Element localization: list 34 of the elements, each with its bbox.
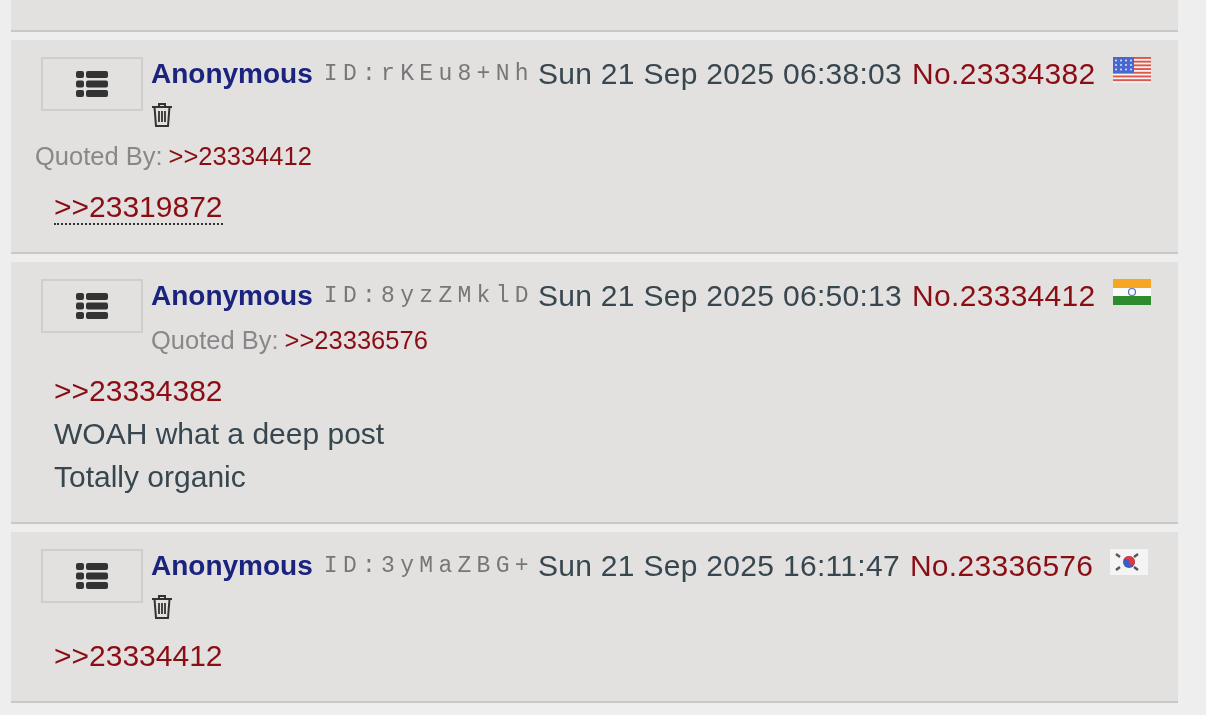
post-date: Sun 21 Sep 2025 06:38:03 xyxy=(537,57,903,91)
flag-icon xyxy=(1110,549,1149,575)
quote-link[interactable]: >>23319872 xyxy=(54,190,223,225)
delete-button[interactable] xyxy=(151,102,173,128)
quote-link[interactable]: >>23334412 xyxy=(54,639,223,672)
post-date: Sun 21 Sep 2025 06:50:13 xyxy=(537,279,903,313)
post-menu-button[interactable] xyxy=(41,279,143,333)
backlink[interactable]: >>23334412 xyxy=(168,142,312,170)
quoted-by-label: Quoted By: xyxy=(151,326,279,354)
poster-id: ID:rKEu8+Nh xyxy=(323,60,534,89)
poster-id: ID:8yzZMklD xyxy=(323,282,534,311)
flag-icon xyxy=(1112,279,1151,305)
poster-name: Anonymous xyxy=(151,279,313,313)
post-date: Sun 21 Sep 2025 16:11:47 xyxy=(537,549,900,583)
menu-icon xyxy=(76,563,108,589)
post-number-link[interactable]: No.23334382 xyxy=(912,57,1096,91)
poster-id: ID:3yMaZBG+ xyxy=(323,552,534,581)
trash-icon xyxy=(151,594,173,620)
quoted-by-label: Quoted By: xyxy=(35,142,163,170)
menu-icon xyxy=(76,293,108,319)
quote-link[interactable]: >>23334382 xyxy=(54,374,223,407)
poster-name: Anonymous xyxy=(151,549,313,583)
poster-name: Anonymous xyxy=(151,57,313,91)
delete-button[interactable] xyxy=(151,594,173,620)
menu-icon xyxy=(76,71,108,97)
post-text: Totally organic xyxy=(54,460,246,493)
backlink[interactable]: >>23336576 xyxy=(284,326,428,354)
trash-icon xyxy=(151,102,173,128)
post-menu-button[interactable] xyxy=(41,57,143,111)
post-text: WOAH what a deep post xyxy=(54,417,385,450)
post-number-link[interactable]: No.23334412 xyxy=(912,279,1096,313)
post-number-link[interactable]: No.23336576 xyxy=(909,549,1094,583)
flag-icon xyxy=(1112,57,1151,83)
post-menu-button[interactable] xyxy=(41,549,143,603)
